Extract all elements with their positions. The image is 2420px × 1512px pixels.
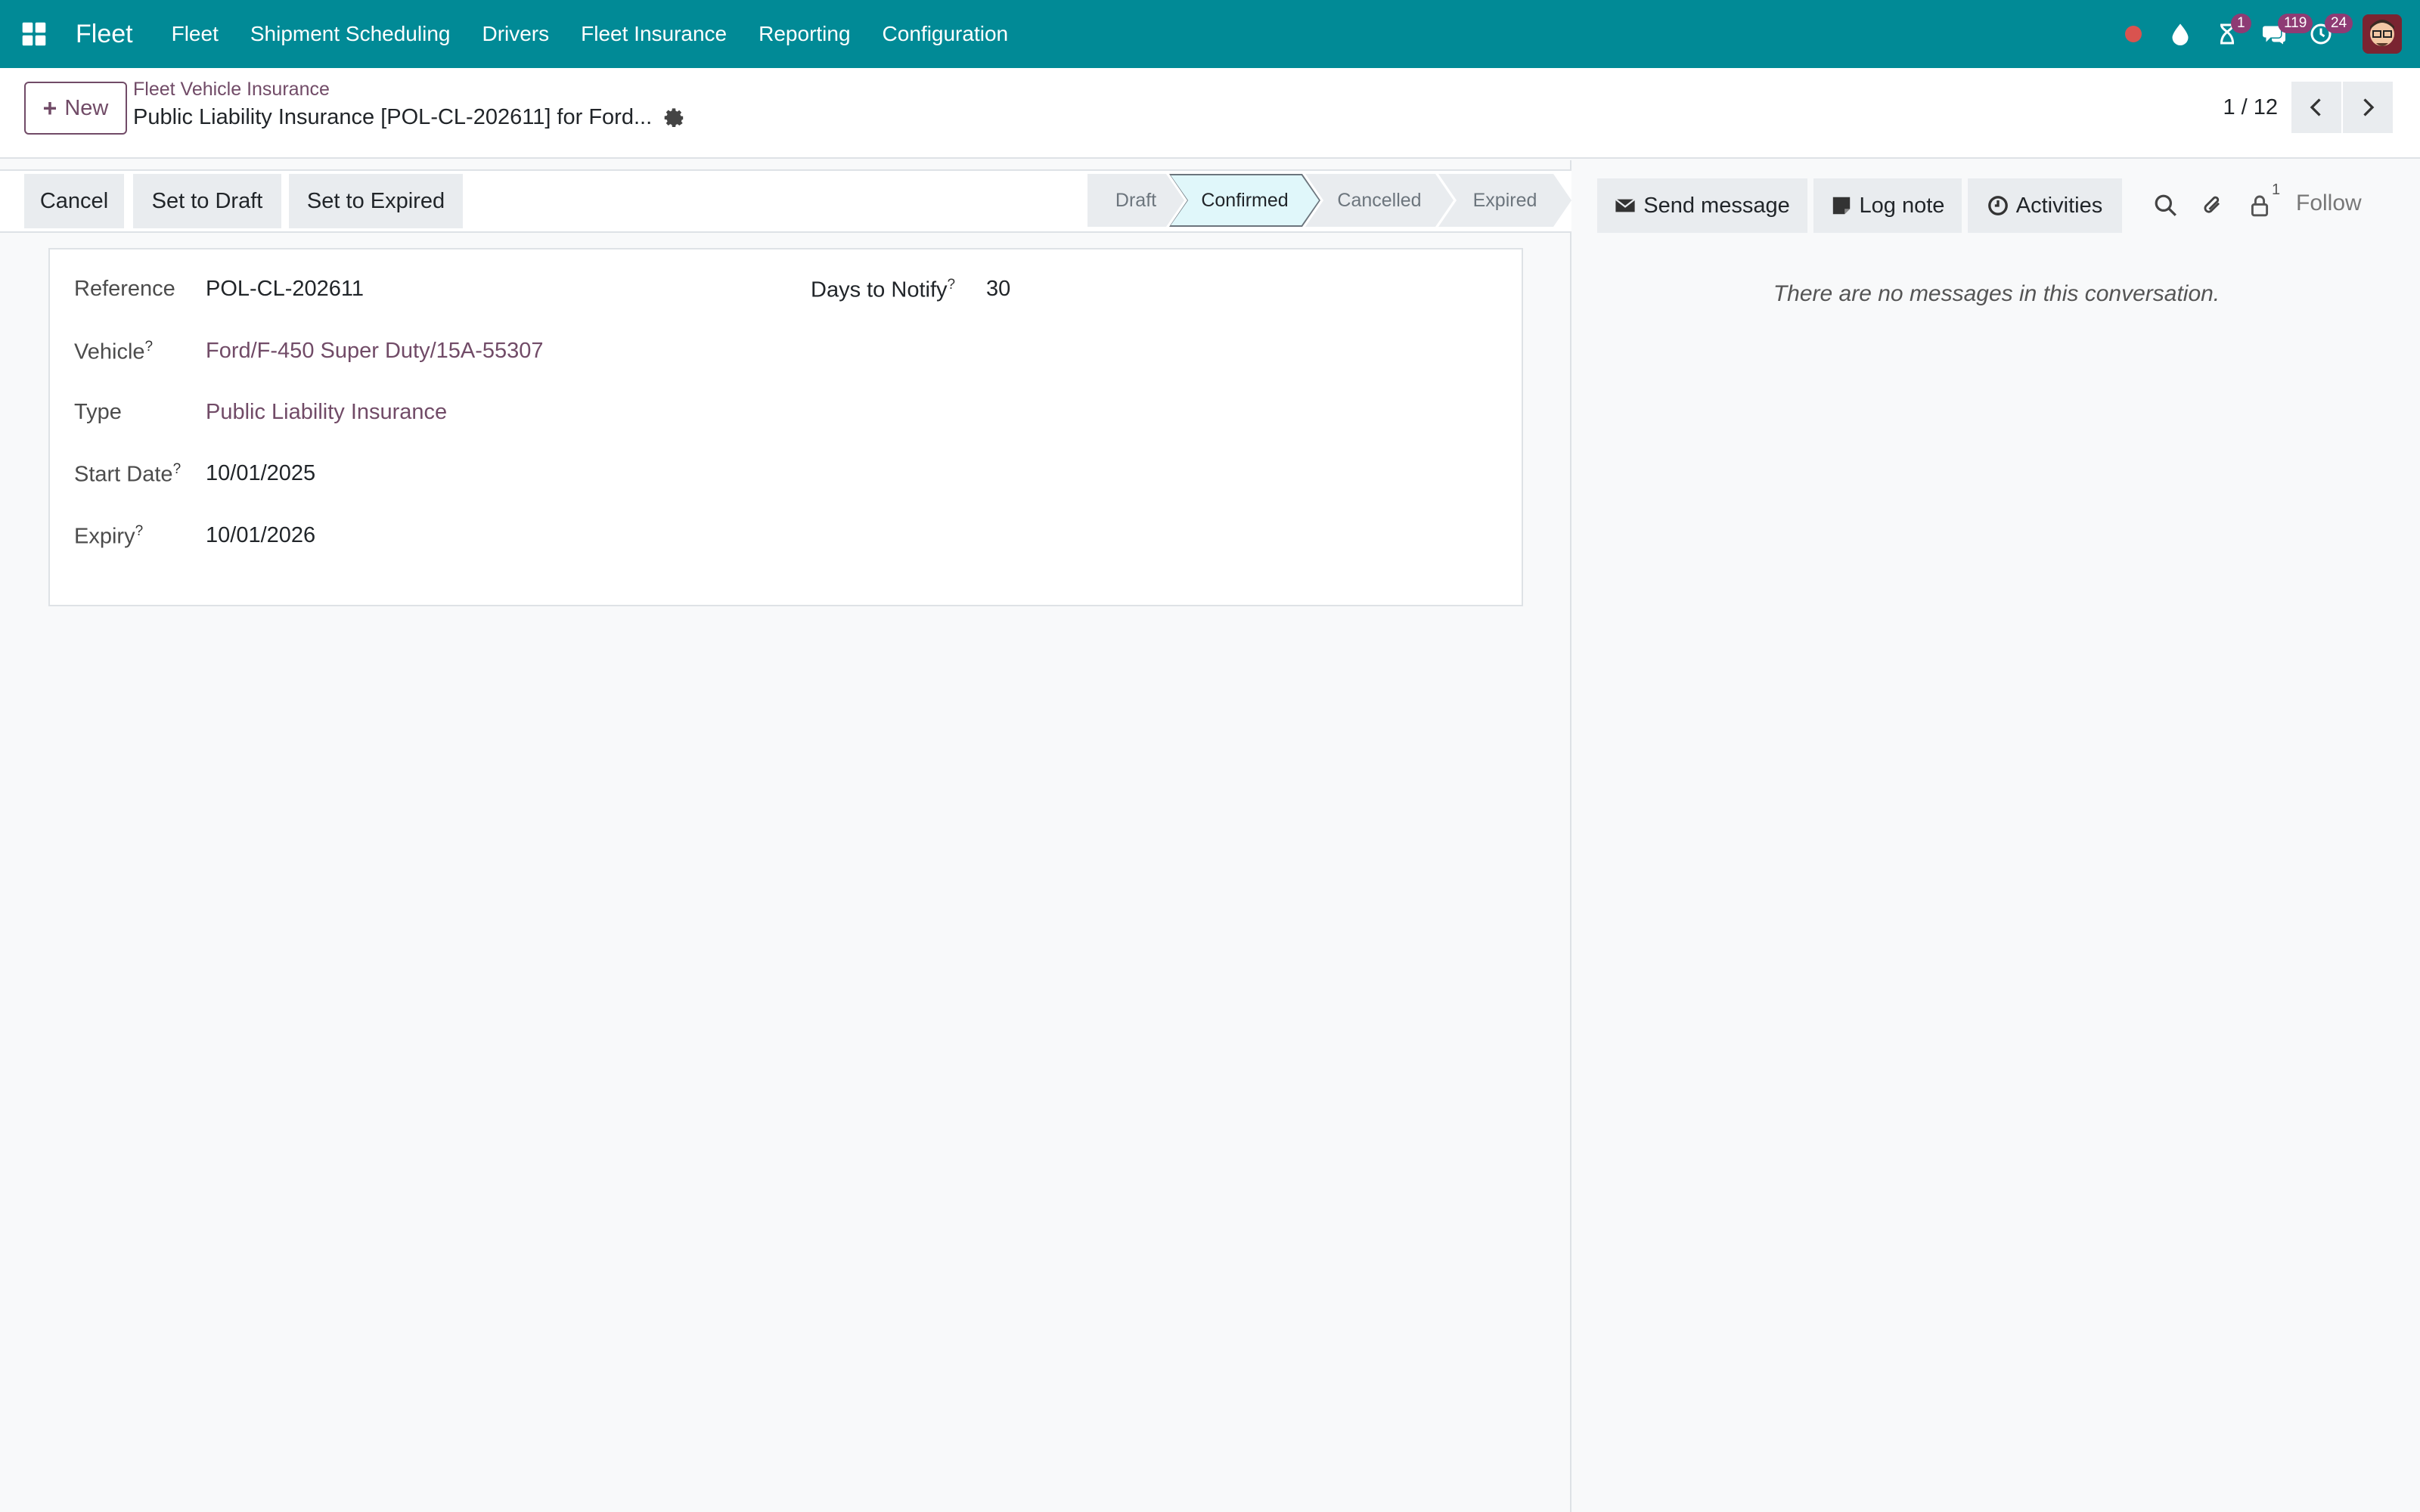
help-mark[interactable]: ? [948, 277, 956, 293]
set-to-draft-button[interactable]: Set to Draft [133, 174, 281, 228]
stage-confirmed[interactable]: Confirmed [1169, 174, 1320, 227]
apps-menu-icon[interactable] [0, 0, 68, 68]
days-to-notify-value[interactable]: 30 [986, 277, 1010, 302]
expiry-field-row: Expiry? [74, 523, 143, 550]
stage-cancelled[interactable]: Cancelled [1305, 174, 1454, 227]
menu-item-shipment-scheduling[interactable]: Shipment Scheduling [234, 0, 467, 68]
drop-icon[interactable] [2157, 0, 2204, 68]
expiry-label: Expiry? [74, 523, 143, 550]
days-to-notify-text: Days to Notify [811, 277, 948, 302]
type-value-row: Public Liability Insurance [206, 400, 447, 425]
pager-value[interactable]: 1 / 12 [2223, 95, 2278, 120]
new-record-button[interactable]: + New [24, 82, 127, 135]
start-date-label-text: Start Date [74, 462, 173, 487]
log-note-label: Log note [1859, 193, 1945, 218]
plus-icon: + [42, 94, 57, 122]
expiry-value[interactable]: 10/01/2026 [206, 523, 315, 548]
days-to-notify-label: Days to Notify? [811, 277, 955, 303]
follower-count: 1 [2272, 181, 2281, 198]
chevron-right-icon [2363, 98, 2375, 116]
chevron-left-icon [2310, 98, 2321, 116]
vehicle-value-row: Ford/F-450 Super Duty/15A-55307 [206, 339, 544, 364]
envelope-icon [1615, 198, 1636, 212]
breadcrumb: Fleet Vehicle Insurance Public Liability… [133, 79, 685, 130]
type-link[interactable]: Public Liability Insurance [206, 400, 447, 425]
stage-confirmed-label: Confirmed [1171, 175, 1319, 225]
reference-value[interactable]: POL-CL-202611 [206, 277, 364, 302]
activities-button[interactable]: Activities [1968, 178, 2122, 233]
menu-item-fleet-insurance[interactable]: Fleet Insurance [565, 0, 743, 68]
start-date-value[interactable]: 10/01/2025 [206, 461, 315, 486]
follow-button[interactable]: Follow [2296, 191, 2362, 216]
note-icon [1832, 197, 1850, 215]
expiry-label-text: Expiry [74, 524, 135, 549]
start-date-label: Start Date? [74, 461, 181, 488]
paperclip-icon[interactable] [2195, 187, 2231, 224]
user-avatar [2363, 14, 2402, 54]
updates-badge: 24 [2325, 14, 2353, 33]
expiry-value-row: 10/01/2026 [206, 523, 315, 548]
stage-expired[interactable]: Expired [1438, 174, 1571, 227]
send-message-button[interactable]: Send message [1597, 178, 1807, 233]
menu-item-drivers[interactable]: Drivers [466, 0, 565, 68]
record-dot-icon [2125, 26, 2142, 42]
menu-item-reporting[interactable]: Reporting [743, 0, 866, 68]
activity-badge: 1 [2231, 14, 2251, 33]
reference-label: Reference [74, 277, 175, 301]
start-date-value-row: 10/01/2025 [206, 461, 315, 486]
type-field-row: Type [74, 400, 122, 425]
search-icon[interactable] [2148, 187, 2184, 224]
send-message-label: Send message [1643, 193, 1790, 218]
app-brand[interactable]: Fleet [76, 20, 133, 49]
help-mark[interactable]: ? [145, 339, 154, 355]
cancel-button[interactable]: Cancel [24, 174, 124, 228]
type-label: Type [74, 400, 122, 424]
breadcrumb-current: Public Liability Insurance [POL-CL-20261… [133, 105, 685, 130]
new-button-label: New [64, 95, 109, 120]
menu-item-configuration[interactable]: Configuration [867, 0, 1025, 68]
days-to-notify-value-row: 30 [986, 277, 1010, 302]
start-date-field-row: Start Date? [74, 461, 181, 488]
set-to-expired-button[interactable]: Set to Expired [289, 174, 463, 228]
pager-next-button[interactable] [2343, 82, 2393, 133]
messages-icon[interactable]: 119 [2251, 0, 2313, 68]
help-mark[interactable]: ? [135, 523, 144, 539]
vehicle-label: Vehicle? [74, 339, 153, 365]
form-statusbar: Cancel Set to Draft Set to Expired Draft… [0, 169, 1571, 233]
form-sheet: Reference POL-CL-202611 Days to Notify? … [48, 248, 1523, 606]
stage-draft[interactable]: Draft [1087, 174, 1184, 227]
control-panel: + New Fleet Vehicle Insurance Public Lia… [0, 68, 2420, 159]
user-menu[interactable] [2344, 0, 2420, 68]
gear-icon[interactable] [664, 107, 685, 129]
reference-field-row: Reference [74, 277, 175, 302]
main-navbar: Fleet Fleet Shipment Scheduling Drivers … [0, 0, 2420, 68]
days-to-notify-row: Days to Notify? [811, 277, 955, 303]
reference-value-row: POL-CL-202611 [206, 277, 364, 302]
top-menu: Fleet Shipment Scheduling Drivers Fleet … [156, 0, 1025, 68]
activities-label: Activities [2015, 193, 2103, 218]
vehicle-label-text: Vehicle [74, 339, 145, 364]
vehicle-field-row: Vehicle? [74, 339, 153, 365]
log-note-button[interactable]: Log note [1813, 178, 1962, 233]
systray: 1 119 24 [2110, 0, 2420, 68]
updates-clock-icon[interactable]: 24 [2297, 0, 2353, 68]
breadcrumb-parent-link[interactable]: Fleet Vehicle Insurance [133, 79, 685, 101]
recording-indicator[interactable] [2110, 0, 2157, 68]
hourglass-activity-icon[interactable]: 1 [2204, 0, 2251, 68]
clock-icon [1987, 196, 2008, 215]
pager: 1 / 12 [2223, 82, 2393, 133]
status-stages: Draft Confirmed Cancelled Expired [1087, 174, 1571, 227]
help-mark[interactable]: ? [173, 461, 182, 477]
pager-previous-button[interactable] [2291, 82, 2341, 133]
form-view: Cancel Set to Draft Set to Expired Draft… [0, 160, 1571, 1512]
empty-conversation-message: There are no messages in this conversati… [1773, 281, 2220, 306]
record-title: Public Liability Insurance [POL-CL-20261… [133, 105, 653, 129]
vehicle-link[interactable]: Ford/F-450 Super Duty/15A-55307 [206, 339, 544, 364]
menu-item-fleet[interactable]: Fleet [156, 0, 234, 68]
chatter-panel: Send message Log note Activities 1 Follo… [1573, 160, 2420, 1512]
